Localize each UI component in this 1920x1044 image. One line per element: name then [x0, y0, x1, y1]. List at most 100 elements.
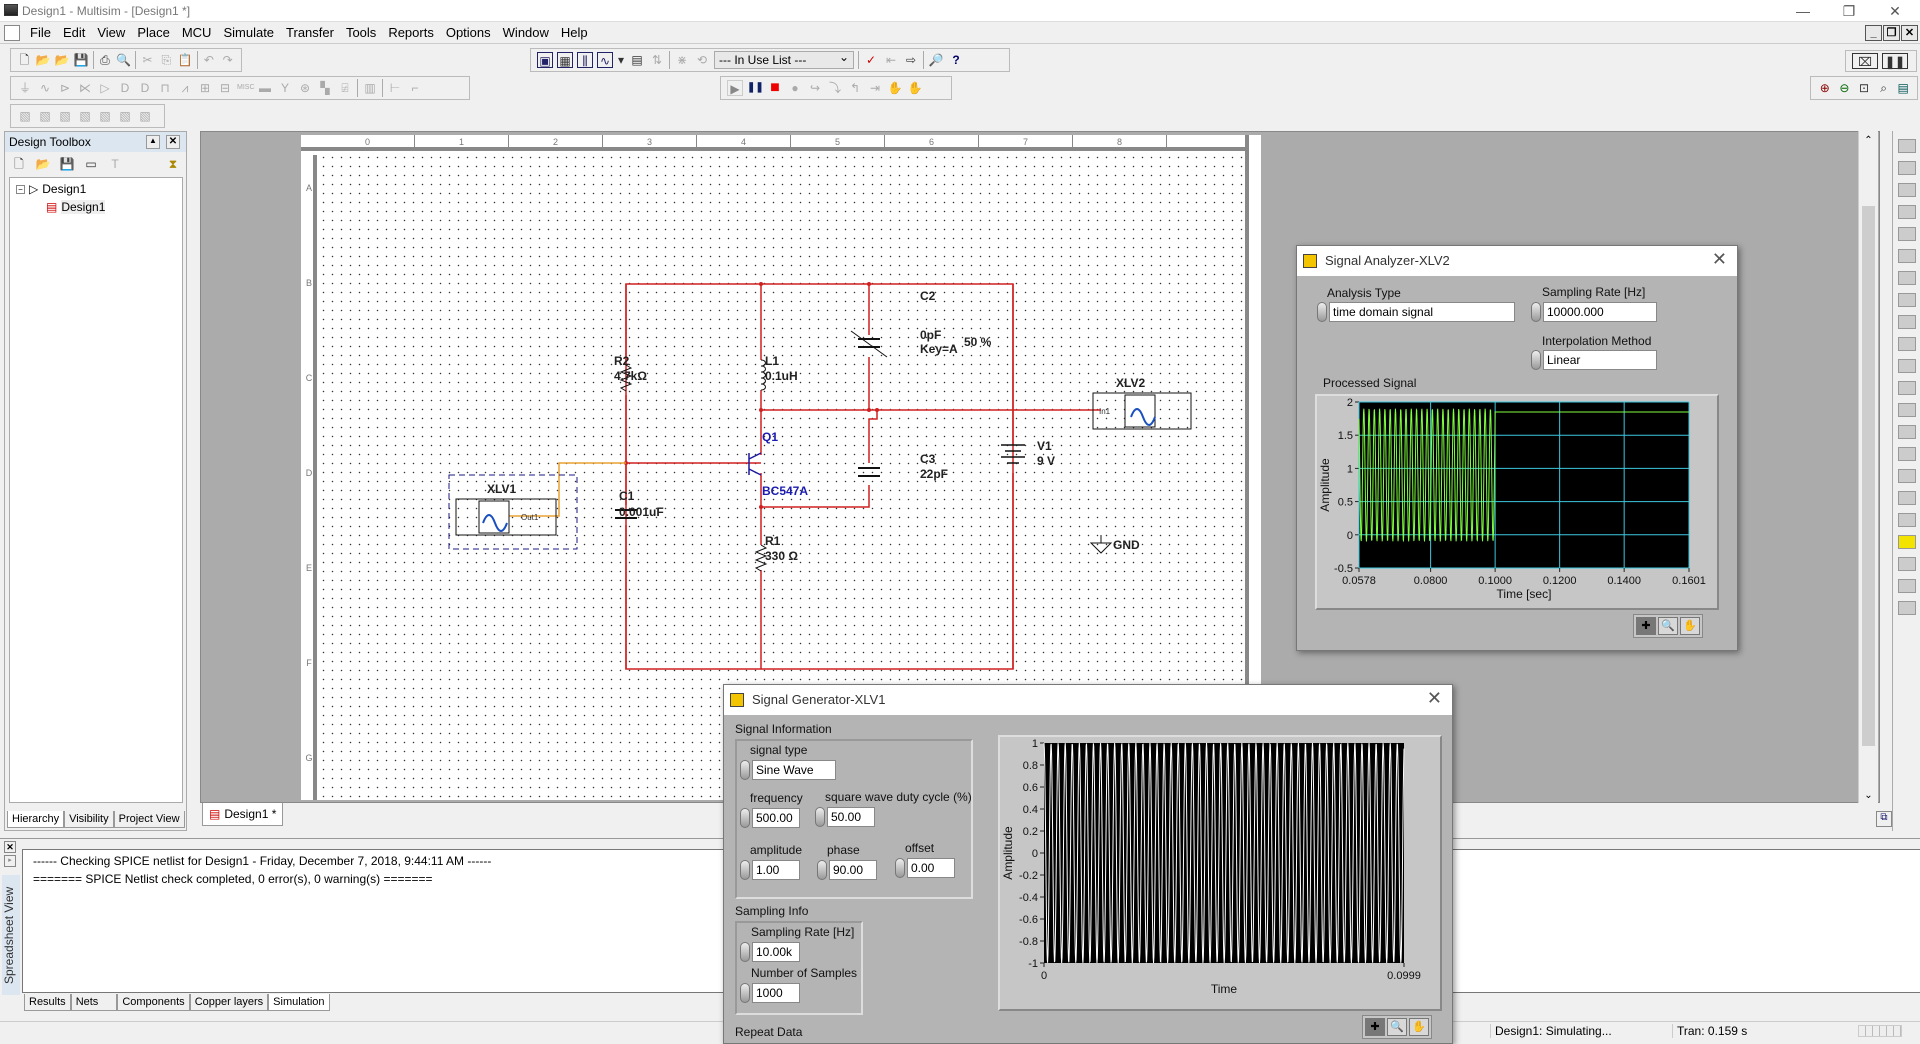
duty-cycle-field[interactable]: 50.00 — [827, 807, 875, 827]
spreadsheet-expand-button[interactable]: ▸ — [4, 855, 16, 867]
diode-icon[interactable]: ⊳ — [57, 80, 73, 96]
erc-icon[interactable]: ✓ — [863, 52, 879, 68]
agilent-multimeter-icon[interactable] — [1897, 469, 1916, 483]
tab-hierarchy[interactable]: Hierarchy — [7, 811, 65, 828]
word-generator-icon[interactable] — [1897, 293, 1916, 307]
workspace-vertical-scrollbar[interactable]: ⌃ ⌄ — [1858, 131, 1878, 803]
find-icon[interactable]: 🔎 — [928, 52, 944, 68]
graph-icon-3[interactable]: ▧ — [57, 108, 73, 124]
connector-icon[interactable]: ⍯ — [337, 80, 353, 96]
analyzer-chart[interactable]: 2 1.5 1 0.5 0 -0.50.0578 0.0800 0.1000 0.1200 0.1… — [1317, 396, 1717, 608]
scrollbar-thumb[interactable] — [1862, 206, 1875, 746]
logic-converter-icon[interactable] — [1897, 315, 1916, 329]
netlist-icon[interactable]: ⋇ — [674, 52, 690, 68]
postprocessor-icon[interactable]: ∿ — [597, 52, 613, 68]
advanced-peripherals-icon[interactable]: ▬ — [257, 80, 273, 96]
iv-analyzer-icon[interactable] — [1897, 359, 1916, 373]
signal-type-spinner[interactable] — [740, 760, 750, 780]
open-design-icon[interactable]: 📂 — [35, 156, 51, 172]
cmos-icon[interactable]: D — [137, 80, 153, 96]
menu-help[interactable]: Help — [555, 22, 594, 43]
print-icon[interactable]: ⎙ — [98, 52, 113, 68]
generator-chart[interactable]: 10.80.60.40.20-0.2-0.4-0.6-0.8-10 0.0999T… — [1000, 737, 1440, 1009]
menu-edit[interactable]: Edit — [57, 22, 91, 43]
graph-icon-4[interactable]: ▧ — [77, 108, 93, 124]
back-annotate-icon[interactable]: ⇤ — [883, 52, 899, 68]
tab-results[interactable]: Results — [24, 994, 71, 1011]
agilent-function-generator-icon[interactable] — [1897, 447, 1916, 461]
sampling-rate-spinner[interactable] — [1531, 302, 1541, 322]
analog-icon[interactable]: ▷ — [97, 80, 113, 96]
gen-sampling-rate-spinner[interactable] — [740, 942, 750, 962]
paste-icon[interactable]: 📋 — [178, 52, 193, 68]
wattmeter-icon[interactable] — [1897, 183, 1916, 197]
zoom-area-icon[interactable]: ⊡ — [1856, 80, 1872, 96]
mdi-restore-button[interactable]: ❐ — [1883, 25, 1900, 41]
tab-nets[interactable]: Nets — [70, 994, 118, 1011]
scroll-up-icon[interactable]: ⌃ — [1859, 135, 1878, 146]
oscilloscope-icon[interactable] — [1897, 205, 1916, 219]
minimize-button[interactable]: — — [1780, 0, 1826, 22]
graph-icon-7[interactable]: ▧ — [137, 108, 153, 124]
save-design-icon[interactable]: 💾 — [59, 156, 75, 172]
labview-instrument-icon[interactable] — [1897, 557, 1916, 571]
fullscreen-icon[interactable]: ▤ — [1895, 80, 1911, 96]
offset-spinner[interactable] — [895, 858, 905, 878]
ttl-icon[interactable]: D — [117, 80, 133, 96]
mdi-close-button[interactable]: ✕ — [1901, 25, 1918, 41]
frequency-field[interactable]: 500.00 — [752, 808, 800, 828]
open-icon[interactable]: 📂 — [36, 52, 51, 68]
cut-icon[interactable]: ✂ — [140, 52, 155, 68]
database-icon[interactable]: ▤ — [629, 52, 645, 68]
amplitude-spinner[interactable] — [740, 860, 750, 880]
menu-view[interactable]: View — [91, 22, 131, 43]
menu-window[interactable]: Window — [497, 22, 555, 43]
logic-analyzer-icon[interactable] — [1897, 337, 1916, 351]
phase-field[interactable]: 90.00 — [829, 860, 877, 880]
tab-components[interactable]: Components — [117, 994, 190, 1011]
tools-icon[interactable] — [1897, 601, 1916, 615]
sampling-rate-field[interactable]: 10000.000 — [1543, 302, 1657, 322]
power-icon[interactable]: ⊟ — [217, 80, 233, 96]
agilent-oscilloscope-icon[interactable] — [1897, 491, 1916, 505]
rename-icon[interactable]: T — [107, 156, 123, 172]
phase-spinner[interactable] — [817, 860, 827, 880]
stop-button[interactable]: ■ — [767, 80, 783, 96]
menu-simulate[interactable]: Simulate — [217, 22, 280, 43]
new-subcircuit-icon[interactable]: ▭ — [83, 156, 99, 172]
breakpoint-icon[interactable]: ✋ — [887, 80, 903, 96]
tree-item-design-root[interactable]: − ▷ Design1 — [16, 182, 86, 196]
basic-icon[interactable]: ∿ — [37, 80, 53, 96]
restore-button[interactable]: ❐ — [1826, 0, 1872, 22]
help-icon[interactable]: ? — [948, 52, 964, 68]
scroll-down-icon[interactable]: ⌄ — [1859, 790, 1878, 801]
mixed-icon[interactable]: ⩘ — [177, 80, 193, 96]
transistor-icon[interactable]: ⋉ — [77, 80, 93, 96]
bode-plotter-icon[interactable] — [1897, 249, 1916, 263]
analysis-type-spinner[interactable] — [1317, 302, 1327, 322]
gen-sampling-rate-field[interactable]: 10.00k — [752, 942, 800, 962]
tab-copper-layers[interactable]: Copper layers — [189, 994, 269, 1011]
graph-icon-6[interactable]: ▧ — [117, 108, 133, 124]
graph-icon-5[interactable]: ▧ — [97, 108, 113, 124]
document-icon[interactable] — [4, 25, 20, 41]
transfer-icon[interactable]: ⇨ — [903, 52, 919, 68]
indicator-icon[interactable]: ⊞ — [197, 80, 213, 96]
toggle-toolbox-icon[interactable]: ▣ — [537, 52, 553, 68]
analysis-type-field[interactable]: time domain signal — [1329, 302, 1515, 322]
function-generator-icon[interactable] — [1897, 161, 1916, 175]
wire-c3-top[interactable] — [868, 410, 878, 463]
menu-reports[interactable]: Reports — [382, 22, 440, 43]
tree-item-design-sheet[interactable]: ▤ Design1 — [46, 200, 106, 214]
redo-icon[interactable]: ↷ — [220, 52, 235, 68]
tab-project-view[interactable]: Project View — [113, 811, 185, 828]
interpolation-spinner[interactable] — [1531, 350, 1541, 370]
component-icon[interactable]: ⇅ — [649, 52, 665, 68]
four-channel-oscilloscope-icon[interactable] — [1897, 227, 1916, 241]
place-hierarchical-icon[interactable]: ▥ — [362, 80, 378, 96]
collapse-icon[interactable]: − — [16, 184, 25, 194]
step-over-icon[interactable]: ⤵ — [827, 80, 843, 96]
wire-icon[interactable]: ⌐ — [407, 80, 423, 96]
menu-place[interactable]: Place — [131, 22, 176, 43]
close-button[interactable]: ✕ — [1872, 0, 1918, 22]
